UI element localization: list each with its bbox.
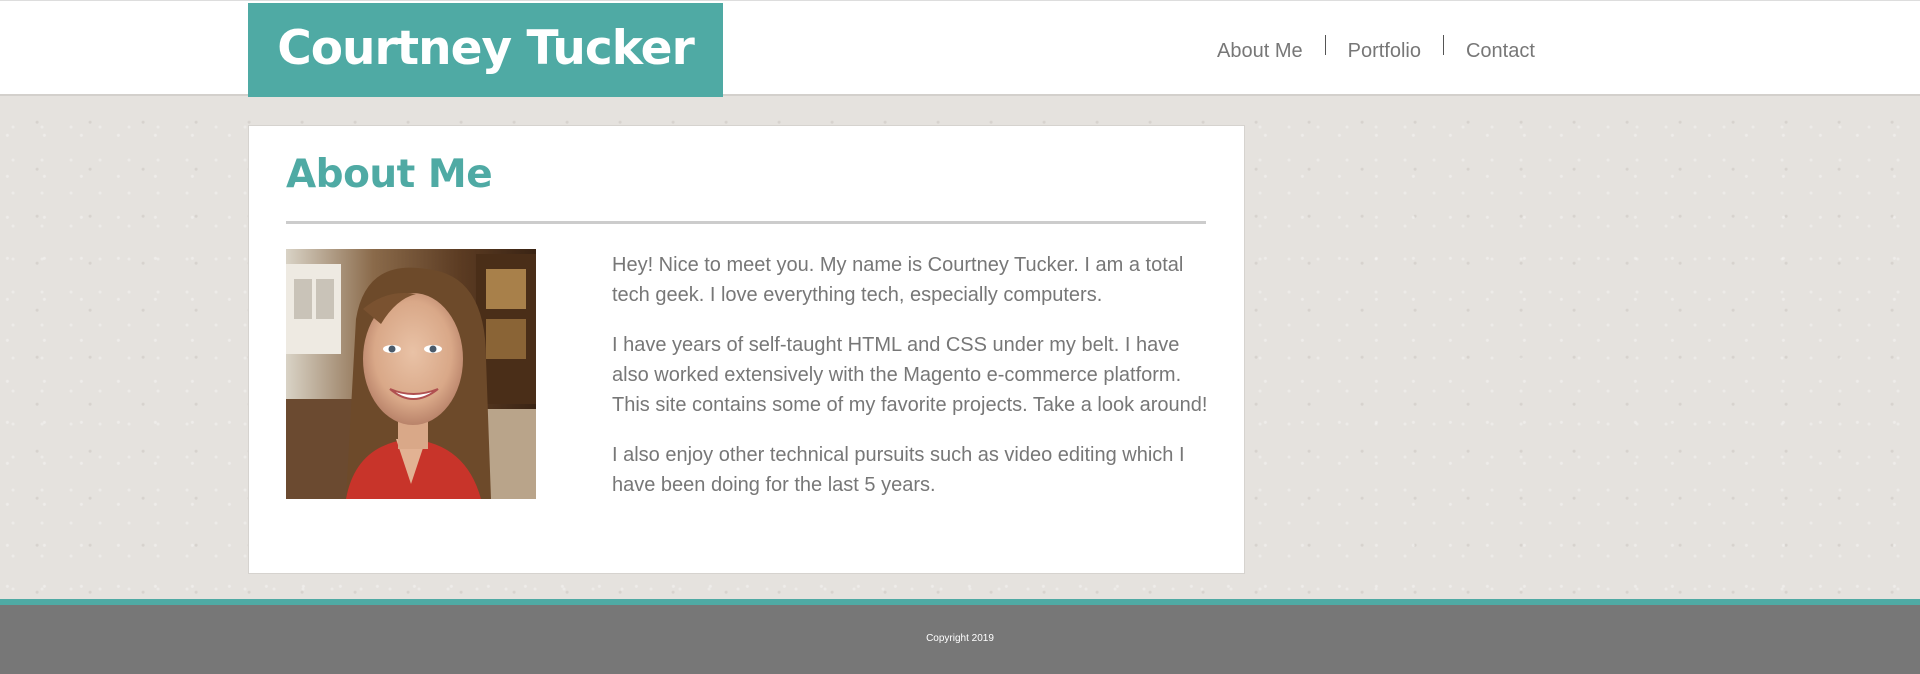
bio-paragraph: Hey! Nice to meet you. My name is Courtn… <box>612 254 1184 306</box>
about-card: About Me Hey! Nice to meet you. My name … <box>248 125 1245 574</box>
copyright-text: Copyright 2019 <box>926 633 994 644</box>
site-header: Courtney Tucker About Me Portfolio Conta… <box>0 0 1920 97</box>
site-logo[interactable]: Courtney Tucker <box>248 3 723 97</box>
profile-photo-image <box>286 249 536 499</box>
nav-link-about-me[interactable]: About Me <box>1195 40 1325 62</box>
main-nav: About Me Portfolio Contact <box>1195 1 1557 97</box>
page-title: About Me <box>286 152 493 197</box>
site-title[interactable]: Courtney Tucker <box>277 21 694 76</box>
nav-link-portfolio[interactable]: Portfolio <box>1326 40 1443 62</box>
site-footer: Copyright 2019 <box>0 599 1920 674</box>
bio-paragraph: I also enjoy other technical pursuits su… <box>612 444 1185 496</box>
title-divider <box>286 221 1206 224</box>
bio-paragraph: I have years of self-taught HTML and CSS… <box>612 334 1208 416</box>
bio-text: Hey! Nice to meet you. My name is Courtn… <box>612 250 1212 520</box>
nav-link-contact[interactable]: Contact <box>1444 40 1557 62</box>
profile-photo <box>286 249 536 499</box>
